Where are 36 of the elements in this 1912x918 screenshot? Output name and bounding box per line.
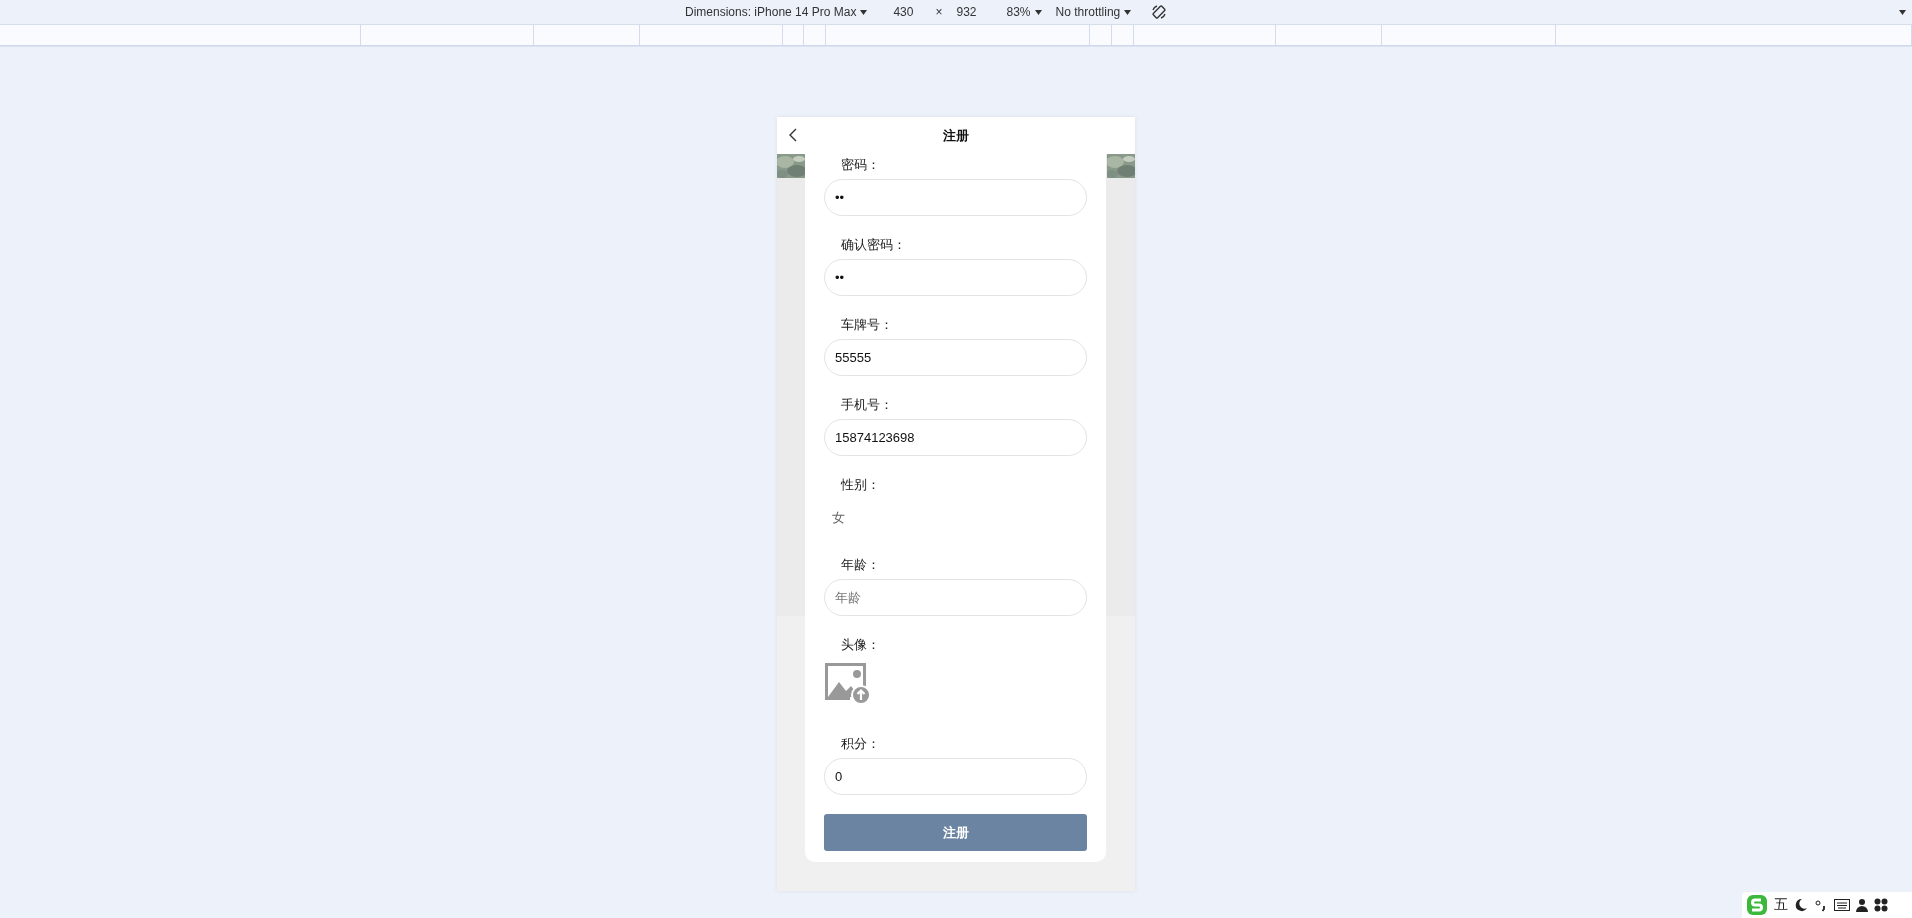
ime-logo-icon[interactable] bbox=[1746, 894, 1768, 916]
input-field[interactable]: •• bbox=[824, 259, 1087, 296]
page-title: 注册 bbox=[943, 126, 969, 145]
input-field[interactable]: 55555 bbox=[824, 339, 1087, 376]
gender-value[interactable]: 女 bbox=[824, 499, 845, 536]
caret-icon bbox=[1034, 9, 1042, 15]
caret-icon[interactable] bbox=[1899, 10, 1906, 15]
height-value: 932 bbox=[956, 5, 977, 19]
field-label: 年龄： bbox=[840, 557, 880, 574]
keyboard-icon[interactable] bbox=[1834, 899, 1850, 911]
field-label: 密码： bbox=[840, 157, 880, 174]
input-field[interactable]: 15874123698 bbox=[824, 419, 1087, 456]
field-label: 头像： bbox=[840, 637, 880, 654]
register-button[interactable]: 注册 bbox=[824, 814, 1087, 851]
grid-icon[interactable] bbox=[1874, 898, 1888, 912]
throttling-dropdown[interactable]: No throttling bbox=[1055, 5, 1132, 19]
field-label: 确认密码： bbox=[840, 237, 906, 254]
width-value: 430 bbox=[893, 5, 914, 19]
input-field[interactable]: 年龄 bbox=[824, 579, 1087, 616]
times-sign: × bbox=[935, 5, 943, 19]
rotate-icon[interactable] bbox=[1151, 4, 1168, 20]
input-mode[interactable]: 五 bbox=[1774, 896, 1788, 914]
input-field[interactable]: 0 bbox=[824, 758, 1087, 795]
input-field[interactable]: •• bbox=[824, 179, 1087, 216]
moon-icon[interactable] bbox=[1794, 898, 1808, 912]
field-label: 积分： bbox=[840, 736, 880, 753]
caret-icon bbox=[1124, 9, 1132, 15]
punctuation-icon[interactable] bbox=[1814, 898, 1828, 912]
device-dropdown[interactable]: Dimensions: iPhone 14 Pro Max bbox=[685, 5, 868, 19]
field-label: 车牌号： bbox=[840, 317, 893, 334]
field-label: 性别： bbox=[840, 477, 880, 494]
field-label: 手机号： bbox=[840, 397, 893, 414]
zoom-dropdown[interactable]: 83% bbox=[1006, 5, 1042, 19]
image-upload-icon bbox=[824, 662, 870, 705]
caret-icon bbox=[860, 9, 868, 15]
person-icon[interactable] bbox=[1856, 898, 1868, 912]
